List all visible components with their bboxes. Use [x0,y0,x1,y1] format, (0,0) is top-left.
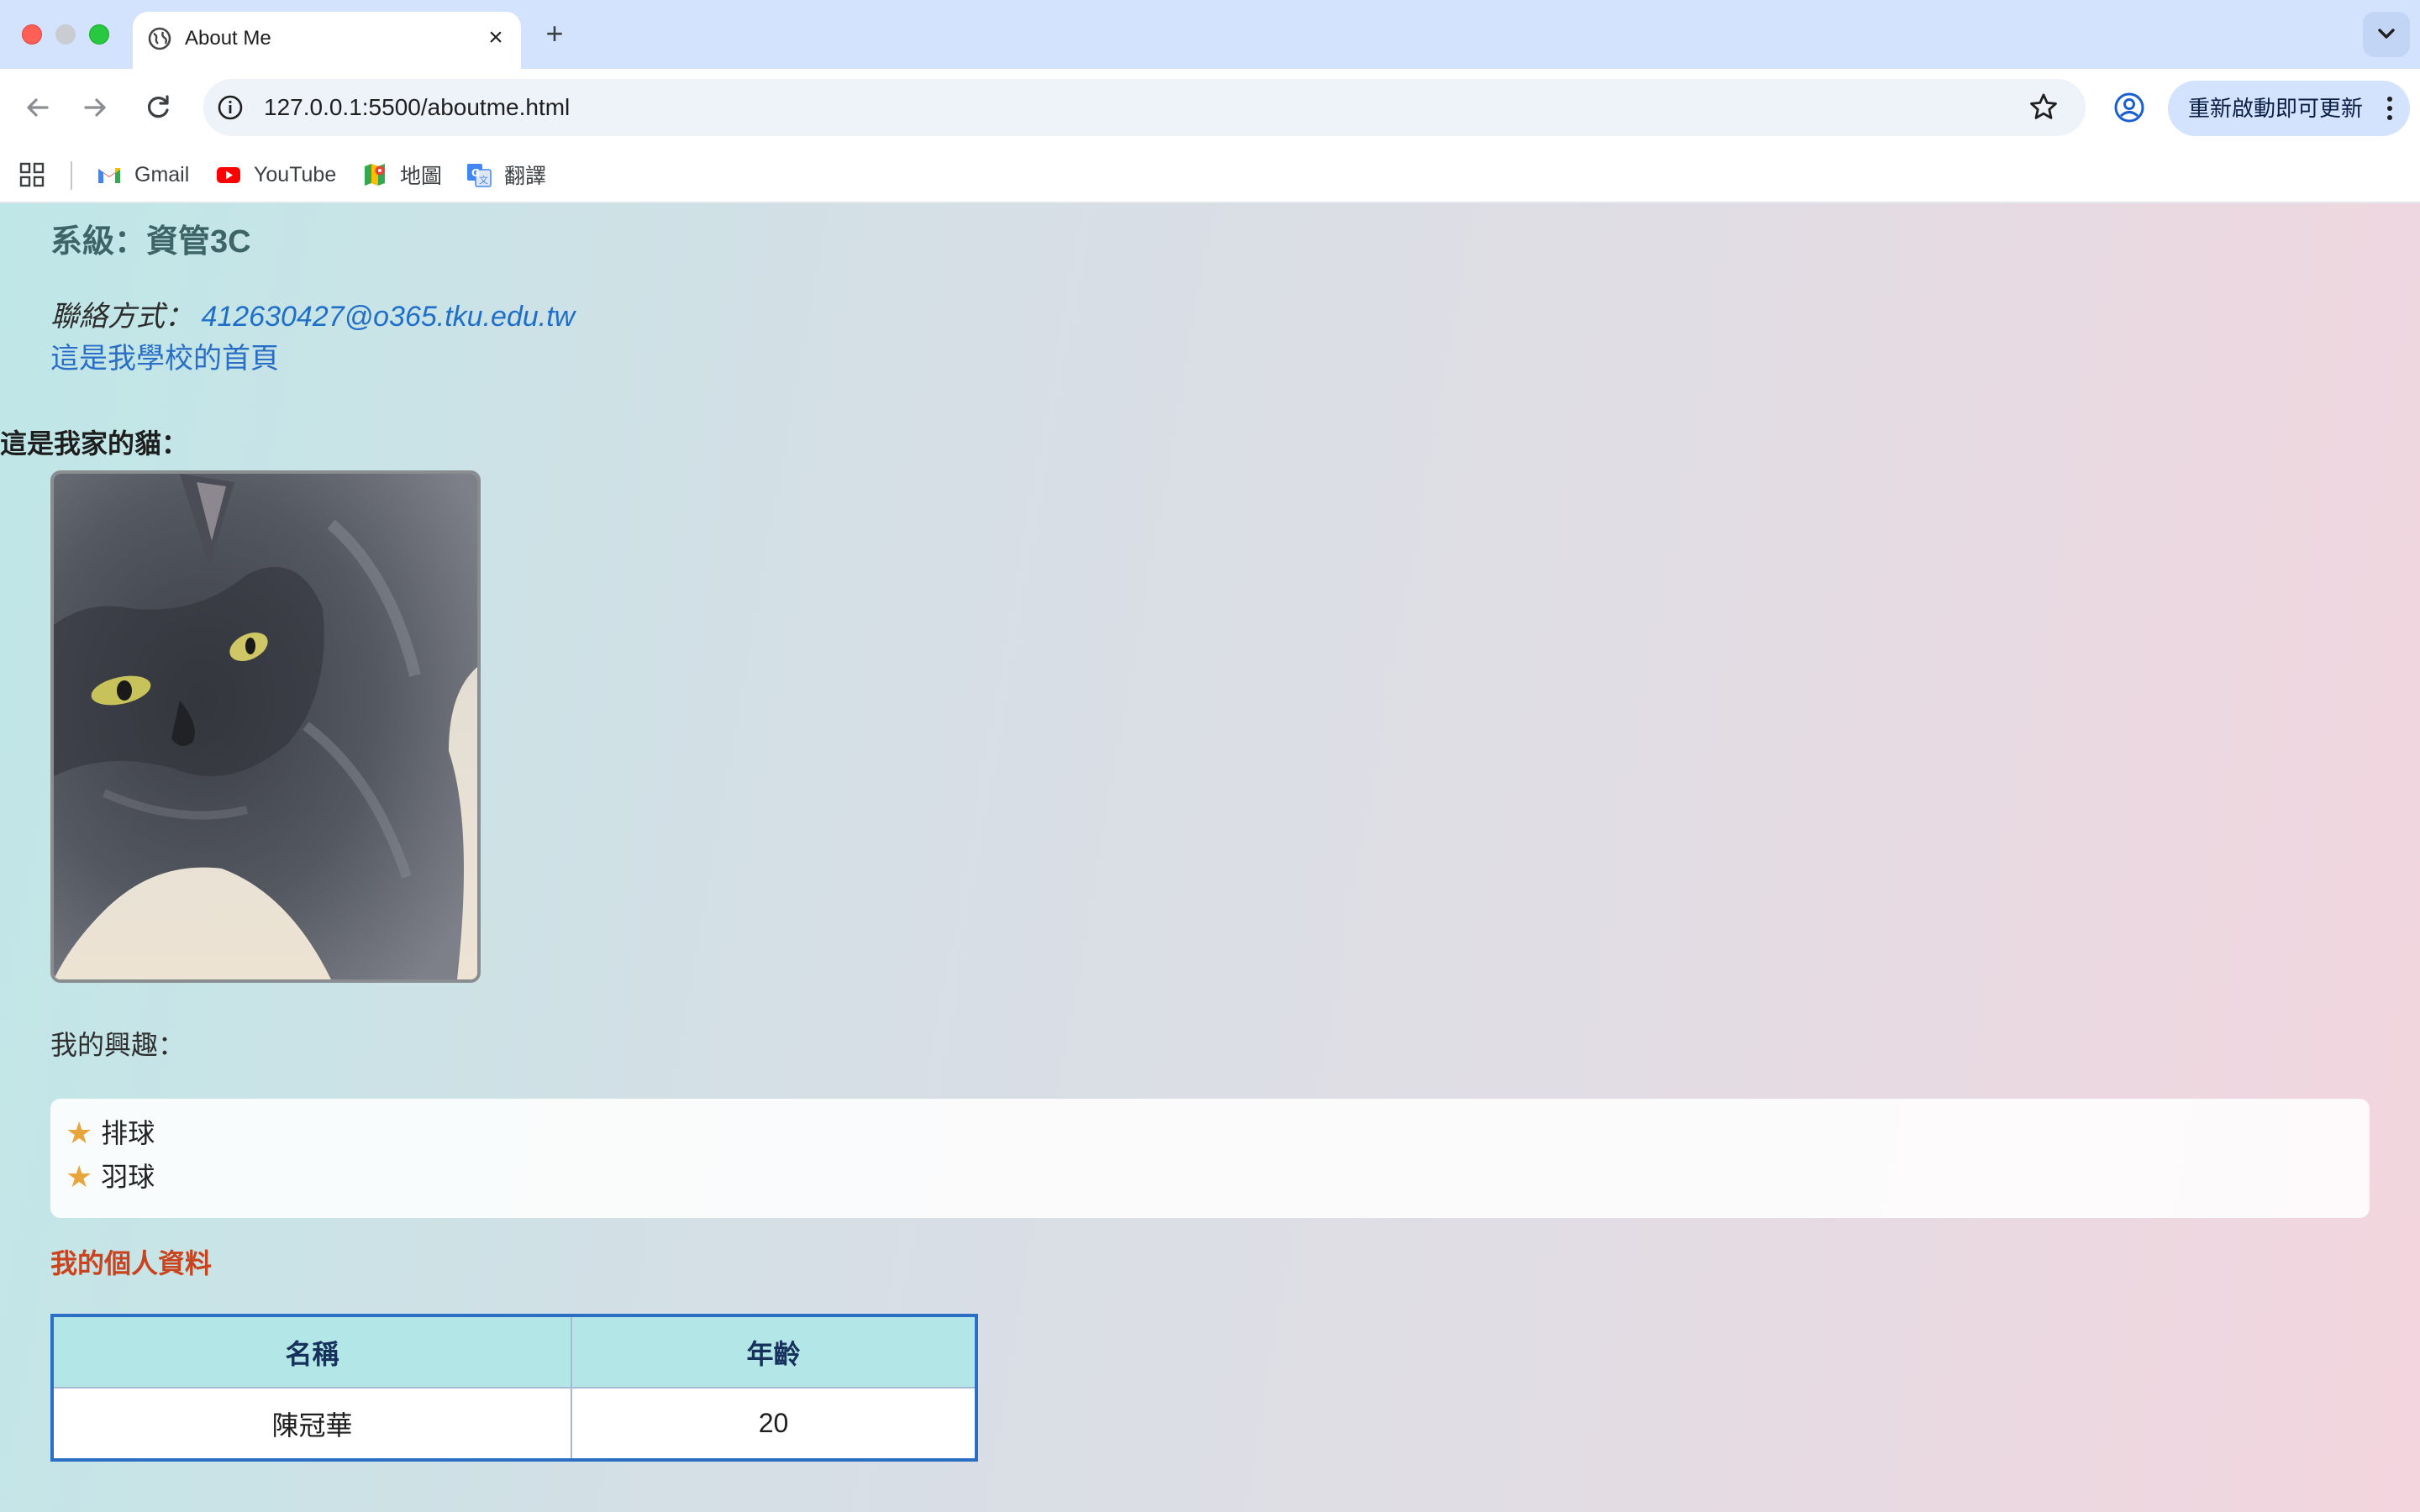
column-header-name: 名稱 [51,1315,572,1389]
cell-name: 陳冠華 [51,1387,572,1461]
tab-close-icon[interactable]: × [482,25,509,52]
new-tab-button[interactable]: + [538,17,571,50]
close-window-button[interactable] [22,24,42,45]
bookmark-label: YouTube [254,162,337,186]
forward-arrow-icon[interactable] [77,89,114,126]
interests-list: ★ 排球 ★ 羽球 [50,1099,2370,1218]
tab-search-button[interactable] [2363,12,2410,57]
bookmark-label: 地圖 [400,165,443,188]
address-bar[interactable]: 127.0.0.1:5500/aboutme.html [203,79,2086,136]
translate-icon: G 文 [467,164,492,187]
reload-icon[interactable] [139,89,176,126]
bookmarks-divider [71,161,72,190]
more-menu-icon[interactable] [2383,95,2396,122]
youtube-icon [217,167,240,183]
cell-age: 20 [571,1387,977,1461]
restart-update-button[interactable]: 重新啟動即可更新 [2168,81,2410,136]
browser-toolbar: 127.0.0.1:5500/aboutme.html 重新啟動即可更新 [0,69,2420,146]
department-heading: 系級：資管3C [50,224,251,260]
globe-icon [148,27,171,50]
bookmark-star-icon[interactable] [2027,91,2060,124]
maps-icon [365,164,385,186]
chevron-down-icon [2378,29,2395,39]
maximize-window-button[interactable] [89,24,109,45]
table-header-row: 名稱 年齡 [51,1315,977,1389]
bookmark-translate[interactable]: G 文 翻譯 [466,158,546,192]
interest-label: 排球 [101,1118,155,1148]
bookmark-maps[interactable]: 地圖 [361,158,442,192]
list-item: ★ 排球 [66,1114,155,1152]
bookmarks-bar: Gmail YouTube 地圖 G 文 翻譯 [0,146,2420,203]
star-icon: ★ [66,1116,93,1150]
profile-icon[interactable] [2112,91,2146,124]
svg-text:文: 文 [479,174,488,186]
bookmark-youtube[interactable]: YouTube [215,158,336,192]
interest-label: 羽球 [101,1162,155,1192]
active-tab[interactable]: About Me × [133,12,521,69]
profile-heading: 我的個人資料 [50,1248,213,1278]
bookmark-gmail[interactable]: Gmail [96,158,189,192]
url-path: :5500/aboutme.html [361,94,571,120]
apps-grid-icon[interactable] [18,161,45,188]
interests-heading: 我的興趣： [50,1030,186,1060]
page-content: 系級：資管3C 聯絡方式： 412630427@o365.tku.edu.tw … [0,203,2420,1512]
tab-title: About Me [185,27,271,50]
school-homepage-link[interactable]: 這是我學校的首頁 [50,339,279,378]
update-label: 重新啟動即可更新 [2188,96,2364,121]
site-info-icon[interactable] [215,92,245,123]
contact-email-link[interactable]: 412630427@o365.tku.edu.tw [201,301,575,333]
back-arrow-icon[interactable] [18,89,55,126]
star-icon: ★ [66,1159,93,1194]
profile-table: 名稱 年齡 陳冠華 20 [50,1314,978,1462]
gmail-icon [98,168,120,183]
tab-bar: About Me × + [0,0,2420,69]
cat-image [54,474,477,979]
cat-heading: 這是我家的貓： [0,428,189,459]
url-host: 127.0.0.1 [264,94,362,120]
contact-line: 聯絡方式： 412630427@o365.tku.edu.tw [50,297,575,336]
contact-label: 聯絡方式： [50,301,193,333]
url-text[interactable]: 127.0.0.1:5500/aboutme.html [264,91,570,124]
cat-photo [50,470,481,983]
list-item: ★ 羽球 [66,1158,155,1196]
bookmark-label: Gmail [134,162,190,186]
minimize-window-button[interactable] [55,24,76,45]
bookmark-label: 翻譯 [504,165,547,188]
column-header-age: 年齡 [571,1315,977,1389]
table-row: 陳冠華 20 [51,1387,977,1461]
